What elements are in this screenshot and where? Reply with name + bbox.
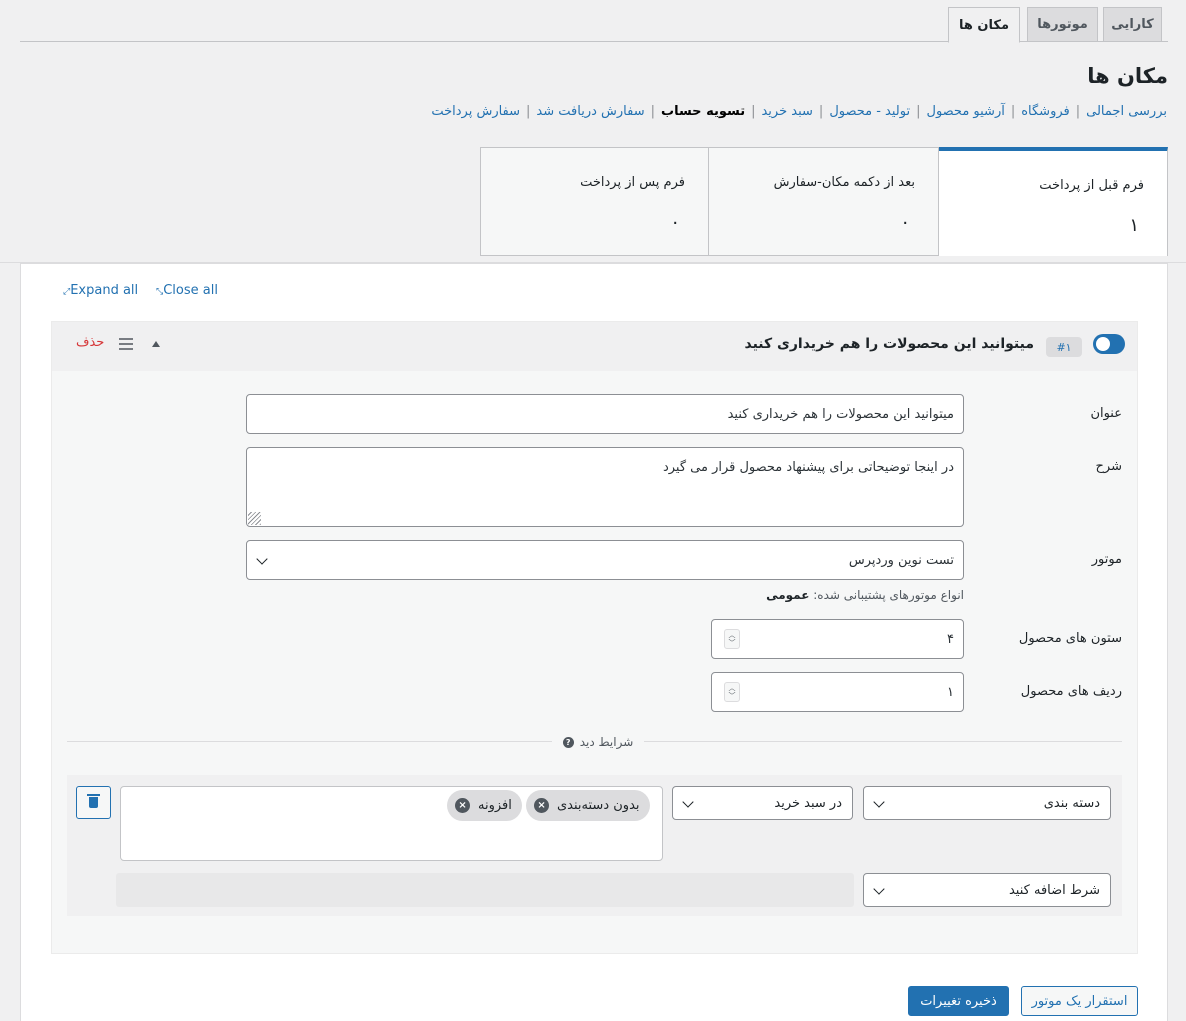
expand-all-link[interactable]: ⤢Expand all <box>63 283 138 298</box>
title-label: عنوان <box>1090 406 1122 421</box>
remove-tag-icon[interactable]: × <box>455 798 470 813</box>
rows-label: ردیف های محصول <box>1020 684 1122 699</box>
stat-value: ۰ <box>900 212 910 233</box>
tab-performance[interactable]: کارایی <box>1103 7 1162 42</box>
number-spinner[interactable]: ︿ ﹀ <box>724 629 740 649</box>
placement-title: میتوانید این محصولات را هم خریداری کنید <box>744 336 1035 352</box>
rows-number-input[interactable]: ۱ ︿ ﹀ <box>711 672 964 712</box>
tab-engines[interactable]: موتورها <box>1027 7 1098 42</box>
delete-link[interactable]: حذف <box>76 335 104 350</box>
tag-plugin: افزونه × <box>447 790 522 821</box>
number-spinner[interactable]: ︿ ﹀ <box>724 682 740 702</box>
engine-selected-value: تست نوین وردپرس <box>848 552 954 568</box>
link-checkout[interactable]: تسویه حساب <box>661 104 745 119</box>
chevron-down-icon <box>682 796 694 808</box>
trash-icon <box>87 794 100 808</box>
enable-toggle[interactable] <box>1093 334 1125 354</box>
columns-number-input[interactable]: ۴ ︿ ﹀ <box>711 619 964 659</box>
stat-label: فرم قبل از پرداخت <box>1039 178 1144 193</box>
condition-placeholder-area <box>116 873 854 907</box>
save-changes-button[interactable]: ذخیره تغییرات <box>908 986 1009 1016</box>
chevron-down-icon <box>873 796 885 808</box>
columns-label: ستون های محصول <box>1018 631 1122 646</box>
stat-card-after-order-button[interactable]: بعد از دکمه مکان-سفارش ۰ <box>708 147 939 256</box>
link-product-archive[interactable]: آرشیو محصول <box>927 104 1005 119</box>
deploy-engine-button[interactable]: استقرار یک موتور <box>1021 986 1138 1016</box>
columns-value: ۴ <box>947 631 954 647</box>
stat-value: ۰ <box>670 212 680 233</box>
link-order-received[interactable]: سفارش دریافت شد <box>536 104 644 119</box>
add-condition-select[interactable]: شرط اضافه کنید <box>863 873 1111 907</box>
placement-number-badge: #۱ <box>1046 337 1082 357</box>
link-order-pay[interactable]: سفارش پرداخت <box>431 104 520 119</box>
stat-card-after-payment[interactable]: فرم پس از پرداخت ۰ <box>480 147 709 256</box>
chevron-down-icon <box>256 553 268 565</box>
link-shop[interactable]: فروشگاه <box>1021 104 1070 119</box>
location-filter-links: بررسی اجمالی | فروشگاه | آرشیو محصول | تولی… <box>431 104 1167 119</box>
stat-value: ۱ <box>1129 215 1139 236</box>
remove-tag-icon[interactable]: × <box>534 798 549 813</box>
stat-label: بعد از دکمه مکان-سفارش <box>773 175 915 190</box>
collapse-arrow-icon[interactable] <box>152 341 160 347</box>
engine-select[interactable]: تست نوین وردپرس <box>246 540 964 580</box>
link-overview[interactable]: بررسی اجمالی <box>1086 104 1167 119</box>
link-cart[interactable]: سبد خرید <box>761 104 812 119</box>
title-input[interactable]: میتوانید این محصولات را هم خریداری کنید <box>246 394 964 434</box>
stat-card-before-payment[interactable]: فرم قبل از پرداخت ۱ <box>938 147 1168 256</box>
link-single-product[interactable]: تولید - محصول <box>829 104 910 119</box>
help-icon[interactable]: ? <box>562 736 574 748</box>
conditions-heading: شرایط دید ? <box>552 733 644 751</box>
engine-label: موتور <box>1091 552 1122 567</box>
chevron-down-icon <box>873 883 885 895</box>
page-title: مکان ها <box>1087 64 1168 88</box>
description-textarea[interactable]: در اینجا توضیحاتی برای پیشنهاد محصول قرا… <box>246 447 964 527</box>
engine-help-text: انواع موتورهای پشتیبانی شده: عمومی <box>766 588 964 602</box>
condition-type-select[interactable]: دسته بندی <box>863 786 1111 820</box>
drag-handle-icon[interactable] <box>119 338 133 350</box>
rows-value: ۱ <box>947 684 954 700</box>
close-all-link[interactable]: ⤡Close all <box>156 283 218 298</box>
delete-condition-button[interactable] <box>76 786 111 819</box>
stat-label: فرم پس از پرداخت <box>580 175 685 190</box>
tab-locations[interactable]: مکان ها <box>948 7 1020 43</box>
tag-uncategorized: بدون دسته‌بندی × <box>526 790 650 821</box>
description-label: شرح <box>1095 459 1122 474</box>
condition-operator-select[interactable]: در سبد خرید <box>672 786 853 820</box>
resize-handle-icon[interactable] <box>248 512 261 525</box>
